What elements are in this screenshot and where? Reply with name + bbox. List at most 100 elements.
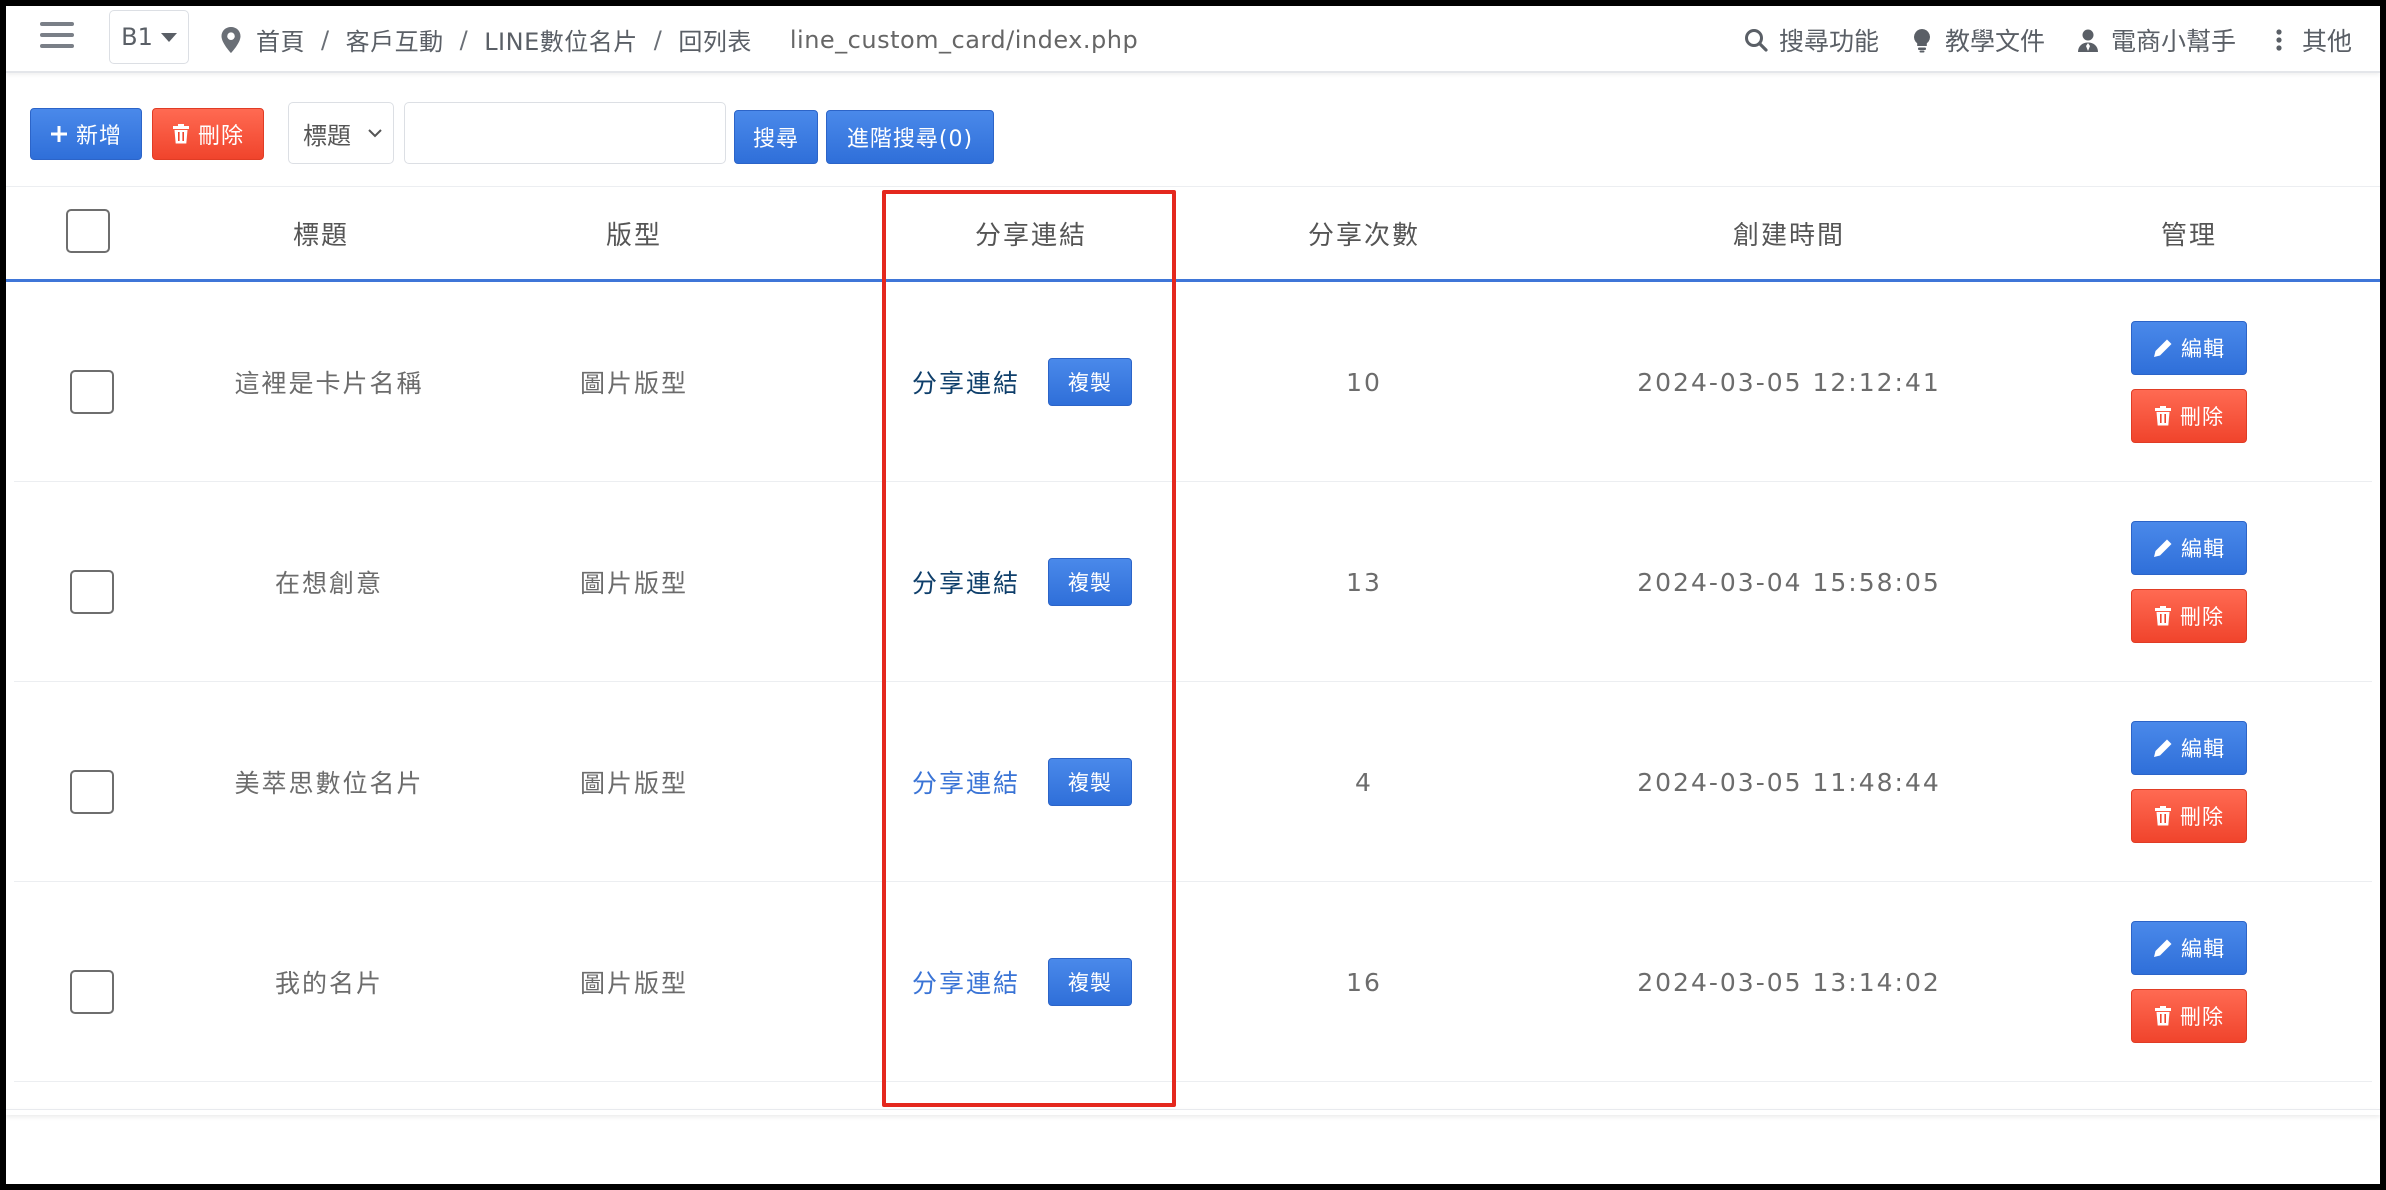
branch-label: B1 bbox=[121, 23, 153, 51]
chevron-down-icon bbox=[368, 129, 382, 138]
column-title[interactable]: 標題 bbox=[126, 187, 516, 279]
row-share-count: 4 bbox=[1355, 767, 1373, 797]
map-pin-icon bbox=[221, 26, 241, 53]
copy-button[interactable]: 複製 bbox=[1048, 758, 1132, 806]
more-vertical-icon bbox=[2276, 28, 2282, 51]
bulk-delete-button[interactable]: 刪除 bbox=[152, 108, 264, 160]
nav-docs-label: 教學文件 bbox=[1944, 26, 2045, 56]
edit-label: 編輯 bbox=[2181, 937, 2225, 961]
breadcrumb-line-card[interactable]: LINE數位名片 bbox=[484, 22, 638, 57]
nav-more[interactable]: 其他 bbox=[2266, 22, 2352, 58]
share-link[interactable]: 分享連結 bbox=[912, 364, 1020, 400]
select-all-checkbox[interactable] bbox=[66, 209, 110, 253]
row-title: 我的名片 bbox=[274, 969, 383, 998]
copy-button[interactable]: 複製 bbox=[1048, 958, 1132, 1006]
copy-button[interactable]: 複製 bbox=[1048, 358, 1132, 406]
trash-icon bbox=[172, 124, 189, 144]
row-checkbox[interactable] bbox=[70, 370, 114, 414]
row-actions: 編輯 刪除 bbox=[2044, 882, 2334, 1082]
edit-button[interactable]: 編輯 bbox=[2131, 521, 2247, 575]
row-created: 2024-03-05 12:12:41 bbox=[1637, 367, 1941, 397]
table-footer-divider bbox=[6, 1109, 2380, 1115]
copy-label: 複製 bbox=[1068, 371, 1112, 395]
branch-selector[interactable]: B1 bbox=[109, 10, 189, 64]
row-title: 在想創意 bbox=[274, 569, 383, 598]
share-link[interactable]: 分享連結 bbox=[912, 764, 1020, 800]
nav-more-label: 其他 bbox=[2301, 26, 2352, 56]
column-template[interactable]: 版型 bbox=[484, 187, 784, 279]
nav-assistant-label: 電商小幫手 bbox=[2110, 26, 2236, 56]
share-link[interactable]: 分享連結 bbox=[912, 964, 1020, 1000]
delete-button[interactable]: 刪除 bbox=[2131, 389, 2247, 443]
page-path: line_custom_card/index.php bbox=[789, 25, 1139, 54]
edit-button[interactable]: 編輯 bbox=[2131, 721, 2247, 775]
table-row: 我的名片 圖片版型 分享連結 複製 16 2024-03-05 13:14:02… bbox=[14, 882, 2372, 1082]
row-title: 美萃思數位名片 bbox=[234, 769, 424, 798]
trash-icon bbox=[2155, 806, 2171, 826]
pencil-icon bbox=[2154, 339, 2172, 357]
nav-search[interactable]: 搜尋功能 bbox=[1743, 22, 1879, 58]
user-icon bbox=[2077, 29, 2098, 52]
copy-label: 複製 bbox=[1068, 771, 1112, 795]
nav-assistant[interactable]: 電商小幫手 bbox=[2075, 22, 2236, 58]
copy-button[interactable]: 複製 bbox=[1048, 558, 1132, 606]
row-template: 圖片版型 bbox=[579, 769, 688, 798]
share-link[interactable]: 分享連結 bbox=[912, 564, 1020, 600]
breadcrumb-customer-interaction[interactable]: 客戶互動 bbox=[346, 22, 444, 57]
row-template: 圖片版型 bbox=[579, 369, 688, 398]
row-share-cell: 分享連結 複製 bbox=[892, 882, 1152, 1082]
delete-button[interactable]: 刪除 bbox=[2131, 989, 2247, 1043]
caret-down-icon bbox=[160, 32, 177, 42]
row-template: 圖片版型 bbox=[579, 969, 688, 998]
nav-docs[interactable]: 教學文件 bbox=[1909, 22, 2045, 58]
edit-label: 編輯 bbox=[2181, 337, 2225, 361]
bulk-delete-label: 刪除 bbox=[197, 124, 244, 149]
edit-button[interactable]: 編輯 bbox=[2131, 921, 2247, 975]
row-title: 這裡是卡片名稱 bbox=[234, 369, 424, 398]
delete-button[interactable]: 刪除 bbox=[2131, 789, 2247, 843]
menu-icon[interactable] bbox=[40, 22, 74, 52]
delete-button[interactable]: 刪除 bbox=[2131, 589, 2247, 643]
row-share-cell: 分享連結 複製 bbox=[892, 282, 1152, 482]
trash-icon bbox=[2155, 606, 2171, 626]
table-header: 標題 版型 分享連結 分享次數 創建時間 管理 bbox=[6, 186, 2380, 282]
card-table: 標題 版型 分享連結 分享次數 創建時間 管理 這裡是卡片名稱 圖片版型 分享連… bbox=[6, 186, 2380, 1082]
plus-icon bbox=[50, 126, 67, 142]
table-row: 這裡是卡片名稱 圖片版型 分享連結 複製 10 2024-03-05 12:12… bbox=[14, 282, 2372, 482]
advanced-search-label: 進階搜尋(0) bbox=[846, 127, 974, 152]
row-checkbox[interactable] bbox=[70, 770, 114, 814]
breadcrumb-home[interactable]: 首頁 bbox=[256, 22, 305, 57]
pencil-icon bbox=[2154, 939, 2172, 957]
search-input[interactable] bbox=[404, 102, 726, 164]
row-actions: 編輯 刪除 bbox=[2044, 682, 2334, 882]
row-share-count: 16 bbox=[1346, 967, 1382, 997]
add-button[interactable]: 新增 bbox=[30, 108, 142, 160]
advanced-search-button[interactable]: 進階搜尋(0) bbox=[826, 110, 994, 164]
row-share-cell: 分享連結 複製 bbox=[892, 682, 1152, 882]
row-checkbox[interactable] bbox=[70, 570, 114, 614]
breadcrumb-back-to-list[interactable]: 回列表 bbox=[678, 22, 752, 57]
breadcrumb: 首頁 / 客戶互動 / LINE數位名片 / 回列表 line_custom_c… bbox=[220, 6, 1138, 73]
top-bar: B1 首頁 / 客戶互動 / LINE數位名片 / 回列表 line_custo… bbox=[6, 6, 2380, 73]
table-row: 在想創意 圖片版型 分享連結 複製 13 2024-03-04 15:58:05… bbox=[14, 482, 2372, 682]
row-share-cell: 分享連結 複製 bbox=[892, 482, 1152, 682]
search-button[interactable]: 搜尋 bbox=[734, 110, 818, 164]
search-button-label: 搜尋 bbox=[752, 127, 799, 152]
search-field-select[interactable]: 標題 bbox=[288, 102, 394, 164]
nav-search-label: 搜尋功能 bbox=[1778, 26, 1879, 56]
edit-button[interactable]: 編輯 bbox=[2131, 321, 2247, 375]
row-share-count: 13 bbox=[1346, 567, 1382, 597]
app-window: B1 首頁 / 客戶互動 / LINE數位名片 / 回列表 line_custo… bbox=[6, 6, 2380, 1184]
row-created: 2024-03-05 13:14:02 bbox=[1637, 967, 1941, 997]
delete-label: 刪除 bbox=[2180, 805, 2224, 829]
pencil-icon bbox=[2154, 739, 2172, 757]
row-share-count: 10 bbox=[1346, 367, 1382, 397]
column-created[interactable]: 創建時間 bbox=[1554, 187, 2024, 279]
column-share-link[interactable]: 分享連結 bbox=[886, 187, 1176, 279]
row-actions: 編輯 刪除 bbox=[2044, 482, 2334, 682]
row-actions: 編輯 刪除 bbox=[2044, 282, 2334, 482]
column-share-count[interactable]: 分享次數 bbox=[1264, 187, 1464, 279]
copy-label: 複製 bbox=[1068, 571, 1112, 595]
row-checkbox[interactable] bbox=[70, 970, 114, 1014]
edit-label: 編輯 bbox=[2181, 537, 2225, 561]
